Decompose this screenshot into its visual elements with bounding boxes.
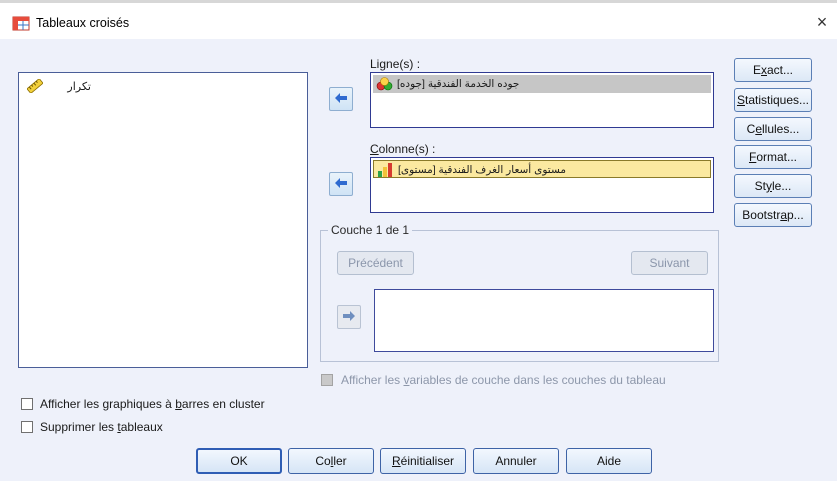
row-variable-label: جوده الخدمة الفندقية [جوده] bbox=[397, 78, 520, 90]
title-bar: Tableaux croisés × bbox=[0, 3, 837, 39]
button-text: tatistiques... bbox=[744, 93, 810, 107]
clustered-bar-charts-label: Afficher les graphiques à barres en clus… bbox=[40, 397, 265, 411]
suppress-tables-label: Supprimer les tableaux bbox=[40, 420, 163, 434]
ok-button[interactable]: OK bbox=[196, 448, 282, 474]
columns-label-mnemonic: C bbox=[370, 142, 379, 156]
button-text: Annuler bbox=[495, 454, 537, 468]
clustered-bar-charts-checkbox[interactable] bbox=[21, 398, 33, 410]
button-text: éinitialiser bbox=[400, 454, 455, 468]
label-text: Afficher les bbox=[341, 373, 404, 387]
button-text: ormat... bbox=[756, 150, 798, 164]
column-variable-label: مستوى أسعار الغرف الفندقية [مستوى] bbox=[398, 164, 566, 176]
move-to-layer-button[interactable] bbox=[337, 305, 361, 329]
label-text: Supprimer les bbox=[40, 420, 118, 434]
crosstabs-app-icon bbox=[12, 16, 30, 31]
rows-label: Ligne(s) : bbox=[370, 57, 420, 71]
columns-label-text: olonne(s) : bbox=[378, 142, 436, 156]
button-text: C bbox=[746, 122, 756, 136]
layer-variables-checkbox[interactable] bbox=[321, 374, 333, 386]
button-text: act... bbox=[767, 63, 794, 77]
list-item[interactable]: مستوى أسعار الغرف الفندقية [مستوى] bbox=[373, 160, 711, 178]
button-mnemonic: R bbox=[391, 454, 401, 468]
button-text: Co bbox=[315, 454, 331, 468]
button-text: ler bbox=[333, 454, 347, 468]
columns-target-list[interactable]: مستوى أسعار الغرف الفندقية [مستوى] bbox=[370, 157, 714, 213]
button-text: OK bbox=[230, 454, 248, 468]
label-text: ableaux bbox=[120, 420, 163, 434]
layer-caption: Couche 1 de 1 bbox=[328, 223, 413, 237]
button-text: E bbox=[752, 63, 761, 77]
move-to-columns-button[interactable] bbox=[329, 172, 353, 196]
move-to-rows-button[interactable] bbox=[329, 87, 353, 111]
arrow-right-icon bbox=[335, 93, 347, 103]
style-button[interactable]: Style... bbox=[734, 174, 812, 198]
button-text: St bbox=[754, 179, 766, 193]
button-mnemonic: S bbox=[736, 93, 745, 107]
button-text: Aide bbox=[596, 454, 622, 468]
close-button[interactable]: × bbox=[812, 12, 832, 32]
button-text: le... bbox=[772, 179, 792, 193]
list-item[interactable]: تكرار bbox=[25, 79, 301, 95]
layer-target-list[interactable] bbox=[374, 289, 714, 352]
button-text: p... bbox=[787, 208, 804, 222]
layer-variables-label: Afficher les variables de couche dans le… bbox=[341, 373, 666, 387]
cancel-button[interactable]: Annuler bbox=[473, 448, 559, 474]
paste-button[interactable]: Coller bbox=[288, 448, 374, 474]
reset-button[interactable]: Réinitialiser bbox=[380, 448, 466, 474]
window-title: Tableaux croisés bbox=[36, 16, 130, 30]
help-button[interactable]: Aide bbox=[566, 448, 652, 474]
rows-label-text-end: ne(s) : bbox=[386, 57, 421, 71]
label-text: Afficher les graphiques à bbox=[40, 397, 176, 411]
button-mnemonic: a bbox=[780, 208, 787, 222]
label-text: ariables de couche dans les couches du t… bbox=[409, 373, 666, 387]
nominal-circles-icon bbox=[376, 77, 393, 91]
button-text: Bootstr bbox=[742, 208, 781, 222]
button-mnemonic: e bbox=[755, 122, 762, 136]
next-layer-button[interactable]: Suivant bbox=[631, 251, 708, 275]
label-text: arres en cluster bbox=[181, 397, 265, 411]
variable-label: تكرار bbox=[67, 81, 91, 93]
bootstrap-button[interactable]: Bootstrap... bbox=[734, 203, 812, 227]
ruler-scale-icon bbox=[27, 79, 43, 93]
label-mnemonic: b bbox=[175, 397, 182, 411]
suppress-tables-checkbox[interactable] bbox=[21, 421, 33, 433]
statistics-button[interactable]: Statistiques... bbox=[734, 88, 812, 112]
list-item[interactable]: جوده الخدمة الفندقية [جوده] bbox=[373, 75, 711, 93]
format-button[interactable]: Format... bbox=[734, 145, 812, 169]
arrow-right-icon bbox=[335, 178, 347, 188]
columns-label: Colonne(s) : bbox=[370, 142, 435, 156]
rows-target-list[interactable]: جوده الخدمة الفندقية [جوده] bbox=[370, 72, 714, 128]
source-variable-list[interactable]: تكرار bbox=[18, 72, 308, 368]
rows-label-text: Li bbox=[370, 57, 380, 71]
cells-button[interactable]: Cellules... bbox=[734, 117, 812, 141]
button-text: llules... bbox=[762, 122, 800, 136]
ordinal-bars-icon bbox=[378, 163, 392, 177]
arrow-right-icon bbox=[343, 311, 355, 321]
previous-layer-button[interactable]: Précédent bbox=[337, 251, 414, 275]
exact-button[interactable]: Exact... bbox=[734, 58, 812, 82]
